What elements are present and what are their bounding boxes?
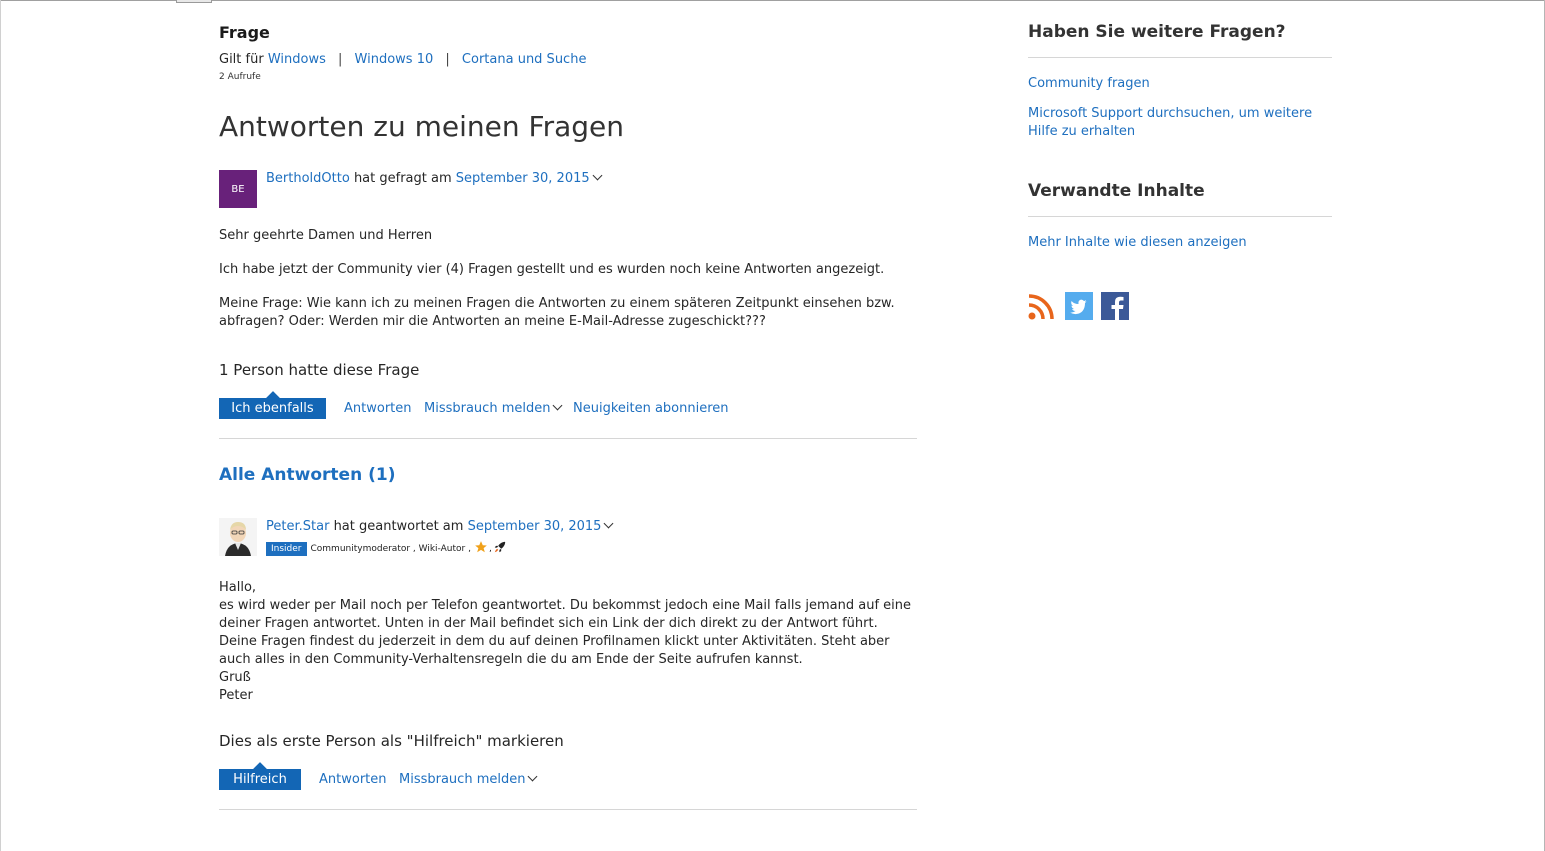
- same-question-count: 1 Person hatte diese Frage: [219, 361, 420, 379]
- replier-avatar[interactable]: [219, 518, 257, 556]
- rss-icon[interactable]: [1028, 292, 1054, 320]
- window-left-border: [0, 0, 1, 851]
- report-abuse-link[interactable]: Missbrauch melden: [424, 401, 550, 416]
- question-body-greeting: Sehr geehrte Damen und Herren: [219, 228, 433, 243]
- rocket-icon: [493, 540, 507, 557]
- facebook-icon[interactable]: [1101, 292, 1129, 320]
- sidebar-divider: [1028, 216, 1332, 217]
- applies-to-breadcrumb: Gilt für Windows | Windows 10 | Cortana …: [219, 52, 586, 67]
- view-count: 2 Aufrufe: [219, 72, 261, 82]
- answer-report-abuse-dropdown[interactable]: Missbrauch melden: [399, 771, 538, 787]
- chevron-down-icon[interactable]: [604, 518, 614, 529]
- divider: [219, 438, 917, 439]
- divider: [219, 809, 917, 810]
- asked-text: hat gefragt am: [353, 171, 452, 186]
- answer-body-line: Gruß: [219, 670, 251, 685]
- applies-prefix: Gilt für: [219, 52, 264, 67]
- chevron-down-icon[interactable]: [592, 170, 603, 181]
- twitter-icon[interactable]: [1065, 292, 1093, 320]
- more-questions-heading: Haben Sie weitere Fragen?: [1028, 22, 1286, 42]
- me-too-label: Ich ebenfalls: [231, 401, 314, 416]
- helpful-prompt: Dies als erste Person als "Hilfreich" ma…: [219, 732, 564, 750]
- me-too-button[interactable]: Ich ebenfalls: [219, 398, 326, 419]
- reply-link[interactable]: Antworten: [344, 401, 412, 416]
- replier-badges: Insider Communitymoderator , Wiki-Autor …: [266, 540, 507, 557]
- search-support-link[interactable]: Microsoft Support durchsuchen, um weiter…: [1028, 105, 1332, 141]
- comma-separator: ,: [488, 543, 492, 554]
- window-top-border: [0, 0, 1545, 3]
- asker-avatar[interactable]: BE: [219, 170, 257, 208]
- report-abuse-dropdown[interactable]: Missbrauch melden: [424, 400, 563, 416]
- helpful-button[interactable]: Hilfreich: [219, 769, 301, 790]
- breadcrumb-windows[interactable]: Windows: [268, 52, 326, 67]
- breadcrumb-cortana[interactable]: Cortana und Suche: [462, 52, 587, 67]
- question-title: Antworten zu meinen Fragen: [219, 110, 625, 143]
- question-body-paragraph: Ich habe jetzt der Community vier (4) Fr…: [219, 262, 885, 277]
- replier-name-link[interactable]: Peter.Star: [266, 519, 329, 534]
- answer-body: Hallo, es wird weder per Mail noch per T…: [219, 579, 919, 705]
- breadcrumb-windows-10[interactable]: Windows 10: [355, 52, 434, 67]
- replier-line: Peter.Star hat geantwortet am September …: [266, 518, 614, 534]
- chevron-down-icon[interactable]: [528, 771, 538, 782]
- asker-name-link[interactable]: BertholdOtto: [266, 171, 350, 186]
- question-body-paragraph: Meine Frage: Wie kann ich zu meinen Frag…: [219, 296, 895, 329]
- sidebar-divider: [1028, 57, 1332, 58]
- breadcrumb-separator: |: [445, 52, 450, 67]
- all-answers-heading: Alle Antworten (1): [219, 465, 396, 485]
- answer-reply-link[interactable]: Antworten: [319, 772, 387, 787]
- ask-community-link[interactable]: Community fragen: [1028, 76, 1150, 91]
- insider-badge[interactable]: Insider: [266, 541, 307, 556]
- question-label: Frage: [219, 23, 270, 42]
- breadcrumb-separator: |: [338, 52, 343, 67]
- answered-date-link[interactable]: September 30, 2015: [468, 519, 602, 534]
- helpful-label: Hilfreich: [233, 772, 287, 787]
- star-icon: [474, 540, 488, 557]
- chevron-down-icon[interactable]: [553, 400, 563, 411]
- tab-stub: [176, 0, 212, 3]
- replier-roles: Communitymoderator , Wiki-Autor ,: [310, 543, 471, 554]
- answer-body-line: es wird weder per Mail noch per Telefon …: [219, 598, 912, 667]
- answered-text: hat geantwortet am: [333, 519, 464, 534]
- answer-report-abuse-link[interactable]: Missbrauch melden: [399, 772, 525, 787]
- answer-body-line: Hallo,: [219, 580, 257, 595]
- asker-line: BertholdOtto hat gefragt am September 30…: [266, 170, 603, 186]
- more-content-link[interactable]: Mehr Inhalte wie diesen anzeigen: [1028, 235, 1247, 250]
- related-content-heading: Verwandte Inhalte: [1028, 181, 1205, 201]
- asked-date-link[interactable]: September 30, 2015: [456, 171, 590, 186]
- subscribe-link[interactable]: Neuigkeiten abonnieren: [573, 401, 729, 416]
- answer-body-line: Peter: [219, 688, 253, 703]
